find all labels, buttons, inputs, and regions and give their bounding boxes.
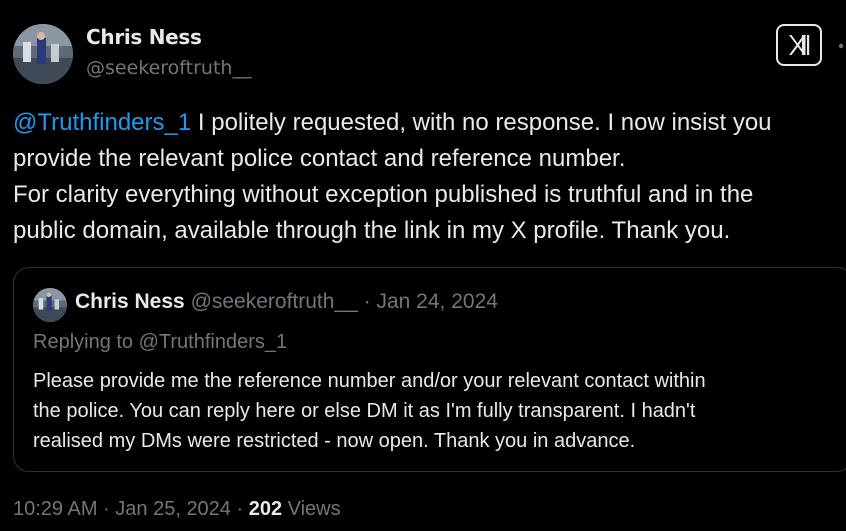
- author-name[interactable]: Chris Ness: [86, 25, 202, 49]
- tweet-line-4: public domain, available through the lin…: [13, 217, 731, 244]
- quoted-author-handle: @seekeroftruth__: [190, 290, 358, 313]
- replying-to: Replying to @Truthfinders_1: [33, 331, 288, 353]
- author-handle[interactable]: @seekeroftruth__: [86, 57, 251, 79]
- tweet-line-1: @Truthfinders_1 I politely requested, wi…: [13, 105, 843, 141]
- tweet-line-3: For clarity everything without exception…: [13, 181, 754, 208]
- quoted-date: Jan 24, 2024: [376, 290, 498, 313]
- tweet-text: @Truthfinders_1 I politely requested, wi…: [13, 105, 843, 249]
- timestamp[interactable]: 10:29 AM · Jan 25, 2024 ·: [13, 498, 249, 520]
- quoted-author-name: Chris Ness: [75, 290, 185, 313]
- tweet-line-2: provide the relevant police contact and …: [13, 145, 626, 172]
- quoted-separator: ·: [357, 290, 377, 313]
- author-avatar[interactable]: [13, 24, 73, 84]
- quoted-line-2: the police. You can reply here or else D…: [33, 400, 696, 422]
- quoted-text: Please provide me the reference number a…: [33, 366, 843, 456]
- quoted-line-3: realised my DMs were restricted - now op…: [33, 430, 636, 452]
- x-logo-icon[interactable]: [776, 24, 822, 66]
- quoted-header: Chris Ness @seekeroftruth__ · Jan 24, 20…: [75, 290, 498, 314]
- quoted-tweet[interactable]: Chris Ness @seekeroftruth__ · Jan 24, 20…: [13, 267, 846, 472]
- mention-link[interactable]: @Truthfinders_1: [13, 109, 191, 136]
- quoted-author-avatar: [33, 288, 67, 322]
- tweet-line-1-text: I politely requested, with no response. …: [191, 109, 772, 136]
- views-label: Views: [282, 498, 341, 520]
- tweet-card: Chris Ness @seekeroftruth__ @Truthfinder…: [0, 0, 846, 531]
- tweet-footer: 10:29 AM · Jan 25, 2024 · 202 Views: [13, 498, 341, 521]
- views-count: 202: [248, 498, 283, 520]
- more-dots-icon[interactable]: [836, 36, 846, 56]
- quoted-line-1: Please provide me the reference number a…: [33, 370, 706, 392]
